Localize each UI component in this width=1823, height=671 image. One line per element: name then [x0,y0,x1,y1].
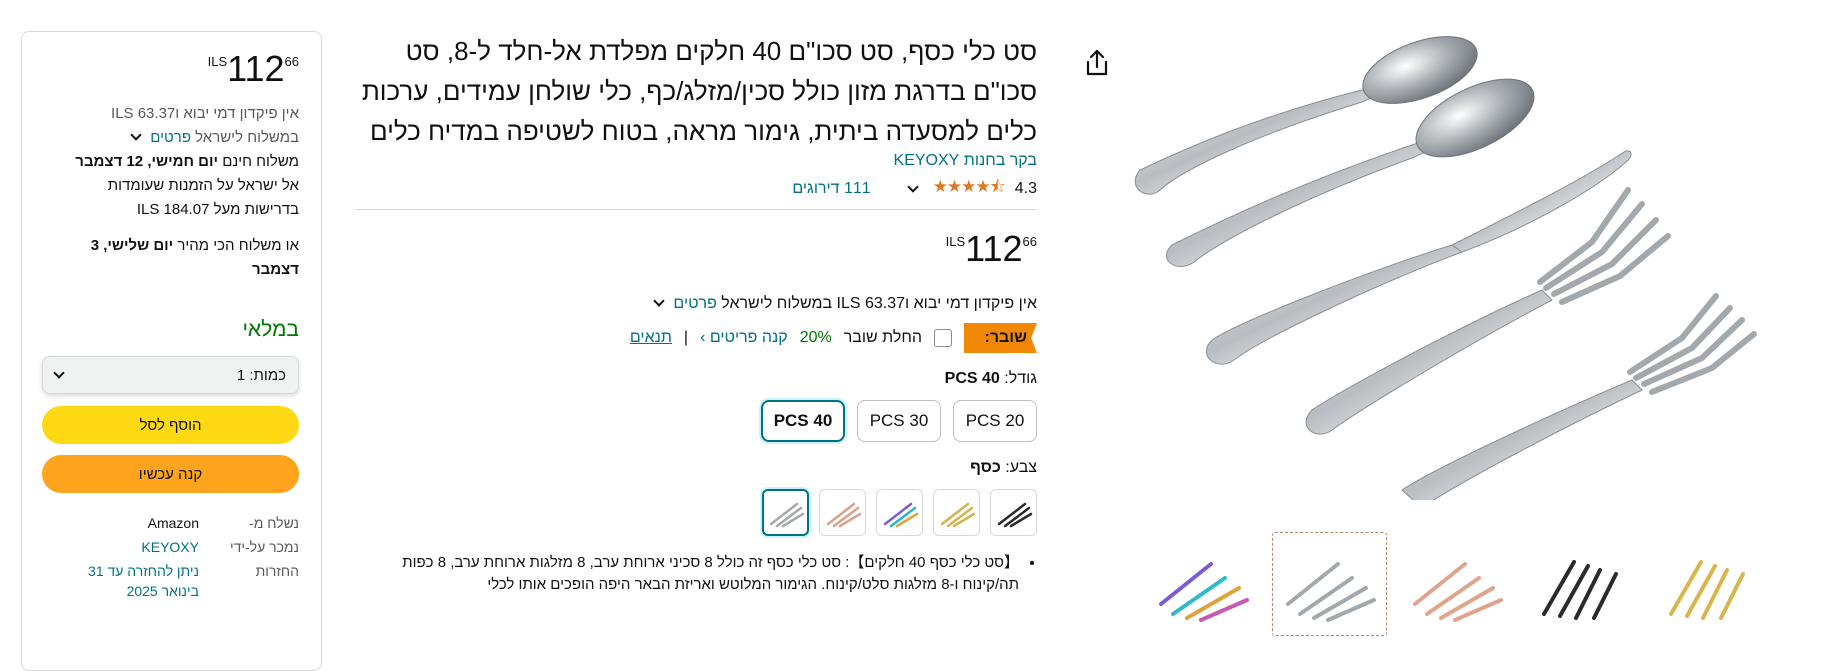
meta-row-sold-by: נמכר על-ידי KEYOXY [44,537,299,557]
price-currency: ILS [945,234,966,249]
shop-items-link[interactable]: קנה פריטים › [700,329,788,347]
size-options: 20 PCS 30 PCS 40 PCS [355,400,1037,442]
free-delivery: משלוח חינם יום חמישי, 12 דצמבר [75,153,299,170]
shipping-prefix: במשלוח לישראל [195,129,299,146]
size-option-40[interactable]: 40 PCS [761,400,845,442]
color-swatch-rose-gold[interactable] [819,489,866,536]
in-stock-label: במלאי [242,318,299,341]
meta-row-ships-from: נשלח מ- Amazon [147,515,299,531]
product-title: סט כלי כסף, סט סכו"ם 40 חלקים מפלדת אל-ח… [361,36,1037,146]
store-link[interactable]: בקר בחנות KEYOXY [894,152,1037,169]
size-label: גודל: 40 PCS [944,370,1037,387]
chevron-down-icon[interactable] [130,129,142,141]
thumbnail-rainbow[interactable] [1145,532,1260,636]
buy-box: ILS 112 66 אין פיקדון דמי יבוא ו63.37 IL… [21,31,322,671]
size-option-30[interactable]: 30 PCS [857,400,941,442]
coupon-badge: שובר: [964,323,1037,353]
free-delivery-line3: בדרישות מעל 184.07 ILS [136,201,299,218]
thumbnail-black[interactable] [1526,532,1641,636]
feature-bullets: 【סט כלי כסף 40 חלקים】: סט כלי כסף זה כול… [355,552,1037,596]
image-thumbnails [1145,532,1768,636]
size-selected: 40 PCS [944,370,1000,387]
thumbnail-gold[interactable] [1653,532,1768,636]
divider [355,209,1037,210]
product-details: סט כלי כסף, סט סכו"ם 40 חלקים מפלדת אל-ח… [355,31,1037,611]
price-fraction: 66 [1022,234,1037,249]
main-product-image[interactable] [1122,20,1792,509]
product-price: ILS 112 66 [355,230,1037,268]
size-option-20[interactable]: 20 PCS [953,400,1037,442]
coupon-checkbox[interactable] [934,329,952,347]
thumbnail-silver[interactable] [1272,532,1387,636]
apply-coupon-label[interactable]: החלת שובר [844,329,922,347]
quantity-dropdown[interactable]: כמות: 1 [42,356,299,394]
feature-bullet: 【סט כלי כסף 40 חלקים】: סט כלי כסף זה כול… [355,552,1019,596]
quantity-value: 1 [236,366,246,384]
color-swatches [355,489,1037,536]
price-currency: ILS [207,54,228,69]
seller-info: נשלח מ- Amazon נמכר על-ידי KEYOXY החזרות… [44,513,299,601]
star-rating-icon[interactable]: ★★★★⯪ [933,174,1006,203]
ratings-count-link[interactable]: 111 דירוגים [792,180,870,198]
coupon-terms-link[interactable]: תנאים [630,329,672,347]
returns-link[interactable]: ניתן להחזרה עד 31 בינואר 2025 [79,561,199,601]
share-icon[interactable] [1083,48,1111,78]
color-swatch-gold[interactable] [933,489,980,536]
price-whole: 112 [227,48,285,89]
coupon-row: שובר: החלת שובר 20% קנה פריטים › | תנאים [355,323,1037,353]
shipping-details-link[interactable]: פרטים [150,129,191,146]
buybox-price: ILS 112 66 [44,50,299,88]
color-swatch-rainbow[interactable] [876,489,923,536]
quantity-label: כמות: [249,366,286,384]
shipping-details-link[interactable]: פרטים [673,295,716,312]
rating-row: 4.3 ★★★★⯪ 111 דירוגים [355,174,1037,203]
price-whole: 112 [965,228,1023,269]
color-selected: כסף [970,459,1001,476]
chevron-down-icon [53,367,65,379]
color-swatch-silver[interactable] [762,489,809,536]
chevron-down-icon[interactable] [907,181,919,193]
color-swatch-black[interactable] [990,489,1037,536]
coupon-separator: | [683,329,689,346]
seller-link[interactable]: KEYOXY [79,537,199,557]
price-fraction: 66 [284,54,299,69]
rating-value: 4.3 [1014,179,1037,197]
import-fee-line: אין פיקדון דמי יבוא ו63.37 ILS [111,105,299,122]
free-delivery-line2: אל ישראל על הזמנות שעומדות [107,177,299,194]
thumbnail-rose-gold[interactable] [1399,532,1514,636]
fastest-delivery: או משלוח הכי מהיר יום שלישי, 3 דצמבר [90,237,299,278]
coupon-percent: 20% [799,329,832,346]
import-shipping-line: אין פיקדון דמי יבוא ו63.37 ILS במשלוח לי… [355,293,1037,315]
color-label: צבע: כסף [970,459,1037,476]
meta-row-returns: החזרות ניתן להחזרה עד 31 בינואר 2025 [44,561,299,601]
buy-now-button[interactable]: קנה עכשיו [42,455,299,493]
chevron-down-icon[interactable] [653,295,665,307]
add-to-cart-button[interactable]: הוסף לסל [42,406,299,444]
